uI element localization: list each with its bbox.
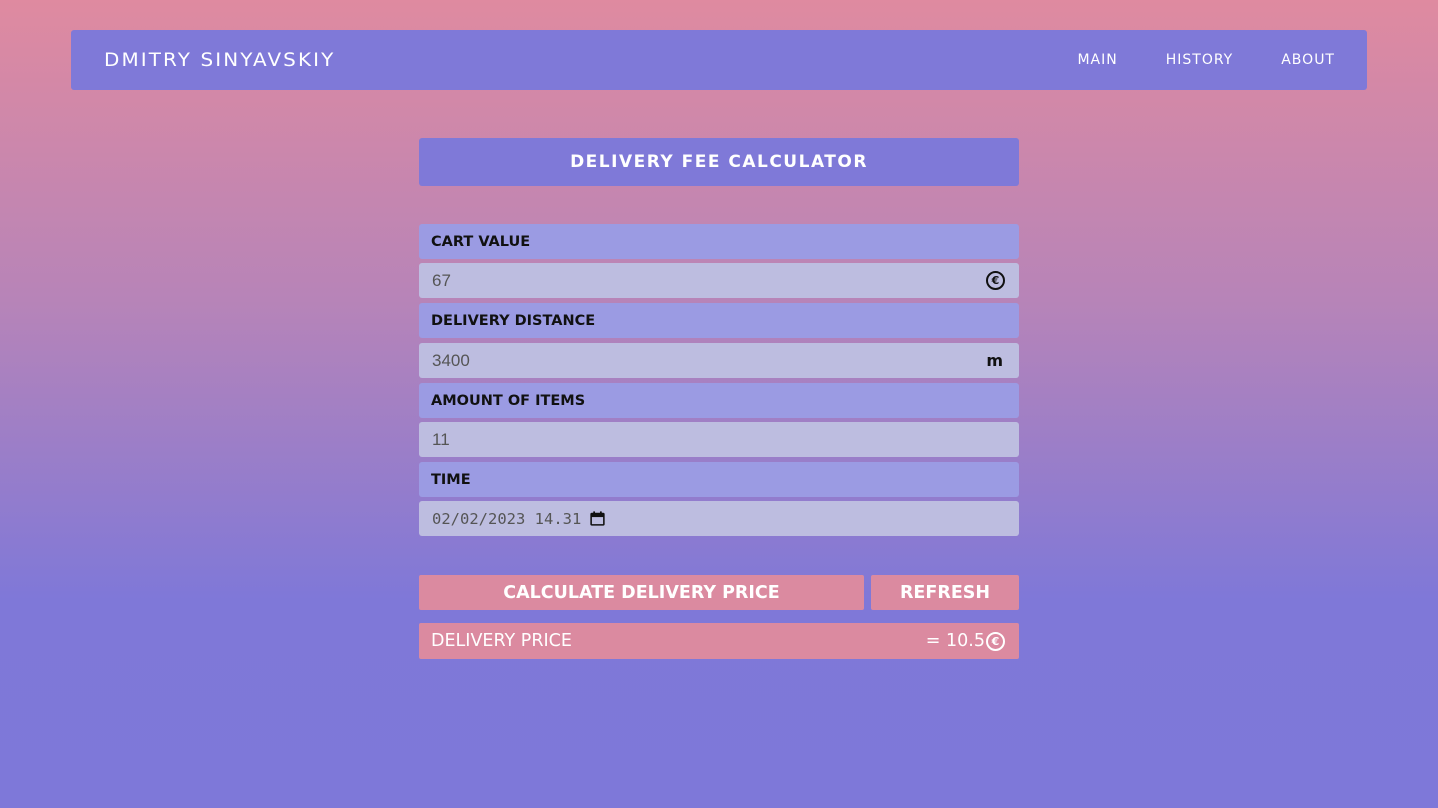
delivery-price-result: DELIVERY PRICE = 10.5 €: [419, 623, 1019, 659]
top-navbar: DMITRY SINYAVSKIY MAIN HISTORY ABOUT: [71, 30, 1367, 90]
delivery-price-label: DELIVERY PRICE: [431, 631, 572, 651]
main-nav: MAIN HISTORY ABOUT: [1077, 52, 1335, 68]
delivery-distance-label: DELIVERY DISTANCE: [419, 303, 1019, 338]
delivery-distance-field: m: [419, 343, 1019, 378]
nav-about[interactable]: ABOUT: [1281, 52, 1335, 68]
delivery-price-value: = 10.5: [925, 631, 985, 651]
cart-value-input[interactable]: [432, 270, 948, 291]
amount-of-items-field: [419, 422, 1019, 457]
meter-unit: m: [986, 351, 1003, 370]
time-label: TIME: [419, 462, 1019, 497]
amount-of-items-input[interactable]: [432, 429, 948, 450]
nav-history[interactable]: HISTORY: [1166, 52, 1234, 68]
euro-icon: €: [986, 271, 1005, 290]
cart-value-field: €: [419, 263, 1019, 298]
brand-logo[interactable]: DMITRY SINYAVSKIY: [104, 49, 335, 71]
time-field: 02/02/2023 14.31: [419, 501, 1019, 536]
amount-of-items-label: AMOUNT OF ITEMS: [419, 383, 1019, 418]
calculate-delivery-price-button[interactable]: CALCULATE DELIVERY PRICE: [419, 575, 864, 610]
refresh-button[interactable]: REFRESH: [871, 575, 1019, 610]
calculator-title: DELIVERY FEE CALCULATOR: [419, 138, 1019, 186]
nav-main[interactable]: MAIN: [1077, 52, 1117, 68]
delivery-price-value-group: = 10.5 €: [926, 631, 1005, 651]
datetime-value: 02/02/2023 14.31: [432, 509, 582, 528]
euro-icon: €: [986, 631, 1005, 651]
calendar-icon[interactable]: [589, 510, 606, 527]
cart-value-label: CART VALUE: [419, 224, 1019, 259]
datetime-input[interactable]: 02/02/2023 14.31: [432, 510, 606, 528]
delivery-distance-input[interactable]: [432, 350, 948, 371]
